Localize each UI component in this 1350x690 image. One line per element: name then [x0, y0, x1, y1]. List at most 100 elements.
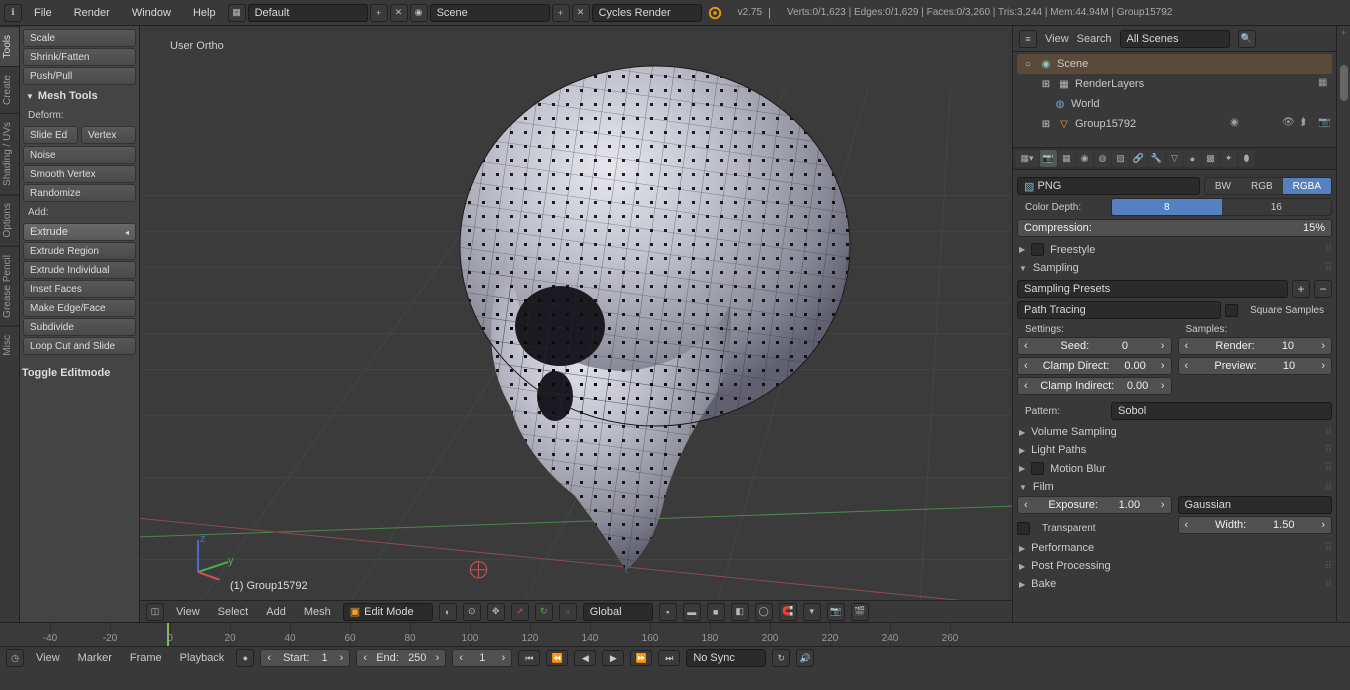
scene-del-icon[interactable]: ✕: [572, 4, 590, 22]
preview-samples-field[interactable]: ‹Preview:10›: [1178, 357, 1333, 375]
tl-menu-view[interactable]: View: [30, 650, 66, 666]
panel-post-processing[interactable]: ▶Post Processing⠿: [1017, 557, 1332, 575]
orientation-dropdown[interactable]: Global: [583, 603, 653, 621]
exposure-field[interactable]: ‹Exposure:1.00›: [1017, 496, 1172, 514]
outliner-row-world[interactable]: ◍World: [1017, 94, 1332, 114]
snap-icon[interactable]: 🧲: [779, 603, 797, 621]
tool-slide-edge[interactable]: Slide Ed: [23, 126, 78, 144]
viewport-shading-icon[interactable]: ◐: [439, 603, 457, 621]
vert-select-icon[interactable]: ▪: [659, 603, 677, 621]
tool-randomize[interactable]: Randomize: [23, 184, 136, 202]
outliner-menu-search[interactable]: Search: [1077, 33, 1112, 45]
vp-menu-add[interactable]: Add: [260, 604, 292, 620]
outliner-tree[interactable]: ○◉Scene ⊞▦RenderLayers▦ ◍World ⊞▽Group15…: [1013, 52, 1336, 148]
menu-help[interactable]: Help: [183, 3, 226, 23]
preset-add-icon[interactable]: +: [1292, 280, 1310, 298]
tool-extrude[interactable]: Extrude◂: [23, 223, 136, 241]
menu-render[interactable]: Render: [64, 3, 120, 23]
mesh-tools-header[interactable]: ▼Mesh Tools: [22, 86, 137, 106]
prop-tab-scene[interactable]: ◉: [1076, 150, 1093, 167]
outliner-row-scene[interactable]: ○◉Scene: [1017, 54, 1332, 74]
vp-menu-view[interactable]: View: [170, 604, 206, 620]
tl-menu-frame[interactable]: Frame: [124, 650, 168, 666]
layout-browse-icon[interactable]: ▦: [228, 4, 246, 22]
editor-type-icon[interactable]: ◫: [146, 603, 164, 621]
prop-tab-material[interactable]: ●: [1184, 150, 1201, 167]
panel-performance[interactable]: ▶Performance⠿: [1017, 539, 1332, 557]
jump-end-icon[interactable]: ⏭: [658, 650, 680, 666]
prop-tab-physics[interactable]: ⬮: [1238, 150, 1255, 167]
tool-scale[interactable]: Scale: [23, 29, 136, 47]
tool-noise[interactable]: Noise: [23, 146, 136, 164]
compression-field[interactable]: Compression:15%: [1017, 219, 1332, 237]
tool-slide-vertex[interactable]: Vertex: [81, 126, 136, 144]
layout-add-icon[interactable]: +: [370, 4, 388, 22]
prop-tab-world[interactable]: ◍: [1094, 150, 1111, 167]
prop-tab-texture[interactable]: ▩: [1202, 150, 1219, 167]
square-samples-checkbox[interactable]: [1225, 304, 1238, 317]
clamp-direct-field[interactable]: ‹Clamp Direct:0.00›: [1017, 357, 1172, 375]
prop-tab-render-layers[interactable]: ▦: [1058, 150, 1075, 167]
outliner-menu-view[interactable]: View: [1045, 33, 1069, 45]
prop-tab-modifiers[interactable]: 🔧: [1148, 150, 1165, 167]
color-mode-segment[interactable]: BW RGB RGBA: [1204, 177, 1332, 195]
panel-freestyle[interactable]: ▶Freestyle⠿: [1017, 240, 1332, 259]
tool-smooth-vertex[interactable]: Smooth Vertex: [23, 165, 136, 183]
face-select-icon[interactable]: ■: [707, 603, 725, 621]
tool-loop-cut[interactable]: Loop Cut and Slide: [23, 337, 136, 355]
integrator-dropdown[interactable]: Path Tracing: [1017, 301, 1221, 319]
vtab-grease-pencil[interactable]: Grease Pencil: [0, 246, 19, 326]
vp-menu-select[interactable]: Select: [212, 604, 255, 620]
occlude-icon[interactable]: ◧: [731, 603, 749, 621]
scene-browse-icon[interactable]: ◉: [410, 4, 428, 22]
3d-viewport[interactable]: User Ortho: [140, 26, 1012, 600]
panel-bake[interactable]: ▶Bake⠿: [1017, 575, 1332, 593]
end-frame-field[interactable]: ‹End:250›: [356, 649, 446, 667]
seed-field[interactable]: ‹Seed:0›: [1017, 337, 1172, 355]
outliner-editor-icon[interactable]: ≡: [1019, 30, 1037, 48]
layout-del-icon[interactable]: ✕: [390, 4, 408, 22]
tool-inset-faces[interactable]: Inset Faces: [23, 280, 136, 298]
snap-target-icon[interactable]: ▾: [803, 603, 821, 621]
menu-file[interactable]: File: [24, 3, 62, 23]
play-reverse-icon[interactable]: ◀: [574, 650, 596, 666]
scale-manipulator-icon[interactable]: ▫: [559, 603, 577, 621]
outliner-filter-dropdown[interactable]: All Scenes: [1120, 30, 1230, 48]
vtab-options[interactable]: Options: [0, 194, 19, 245]
render-preview-icon[interactable]: 📷: [827, 603, 845, 621]
prop-tab-constraints[interactable]: 🔗: [1130, 150, 1147, 167]
panel-sampling[interactable]: ▼Sampling⠿: [1017, 259, 1332, 277]
color-depth-segment[interactable]: 8 16: [1111, 198, 1332, 216]
layout-dropdown[interactable]: Default: [248, 4, 368, 22]
info-editor-icon[interactable]: ℹ: [4, 4, 22, 22]
timeline-ruler[interactable]: -40-200204060801001201401601802002202402…: [0, 623, 1350, 647]
render-samples-field[interactable]: ‹Render:10›: [1178, 337, 1333, 355]
keyframe-next-icon[interactable]: ⏩: [630, 650, 652, 666]
outliner-row-renderlayers[interactable]: ⊞▦RenderLayers▦: [1017, 74, 1332, 94]
pattern-dropdown[interactable]: Sobol: [1111, 402, 1332, 420]
scene-dropdown[interactable]: Scene: [430, 4, 550, 22]
auto-keyframe-icon[interactable]: ●: [236, 649, 254, 667]
prop-tab-object[interactable]: ▨: [1112, 150, 1129, 167]
loop-icon[interactable]: ↻: [772, 649, 790, 667]
panel-light-paths[interactable]: ▶Light Paths⠿: [1017, 441, 1332, 459]
scroll-thumb[interactable]: [1340, 65, 1348, 101]
tool-shrink-fatten[interactable]: Shrink/Fatten: [23, 48, 136, 66]
vtab-misc[interactable]: Misc: [0, 326, 19, 364]
manipulator-icon[interactable]: ✥: [487, 603, 505, 621]
sampling-presets-dropdown[interactable]: Sampling Presets: [1017, 280, 1288, 298]
mode-dropdown[interactable]: ▣Edit Mode: [343, 603, 433, 621]
prop-edit-icon[interactable]: ◯: [755, 603, 773, 621]
edge-select-icon[interactable]: ▬: [683, 603, 701, 621]
vtab-shading-uvs[interactable]: Shading / UVs: [0, 113, 19, 194]
tool-extrude-region[interactable]: Extrude Region: [23, 242, 136, 260]
prop-tab-render[interactable]: 📷: [1040, 150, 1057, 167]
prop-tab-data[interactable]: ▽: [1166, 150, 1183, 167]
clamp-indirect-field[interactable]: ‹Clamp Indirect:0.00›: [1017, 377, 1172, 395]
speaker-icon[interactable]: 🔊: [796, 649, 814, 667]
vtab-tools[interactable]: Tools: [0, 26, 19, 66]
panel-film[interactable]: ▼Film⠿: [1017, 478, 1332, 496]
vtab-create[interactable]: Create: [0, 66, 19, 113]
sync-mode-dropdown[interactable]: No Sync: [686, 649, 766, 667]
tool-make-edge-face[interactable]: Make Edge/Face: [23, 299, 136, 317]
